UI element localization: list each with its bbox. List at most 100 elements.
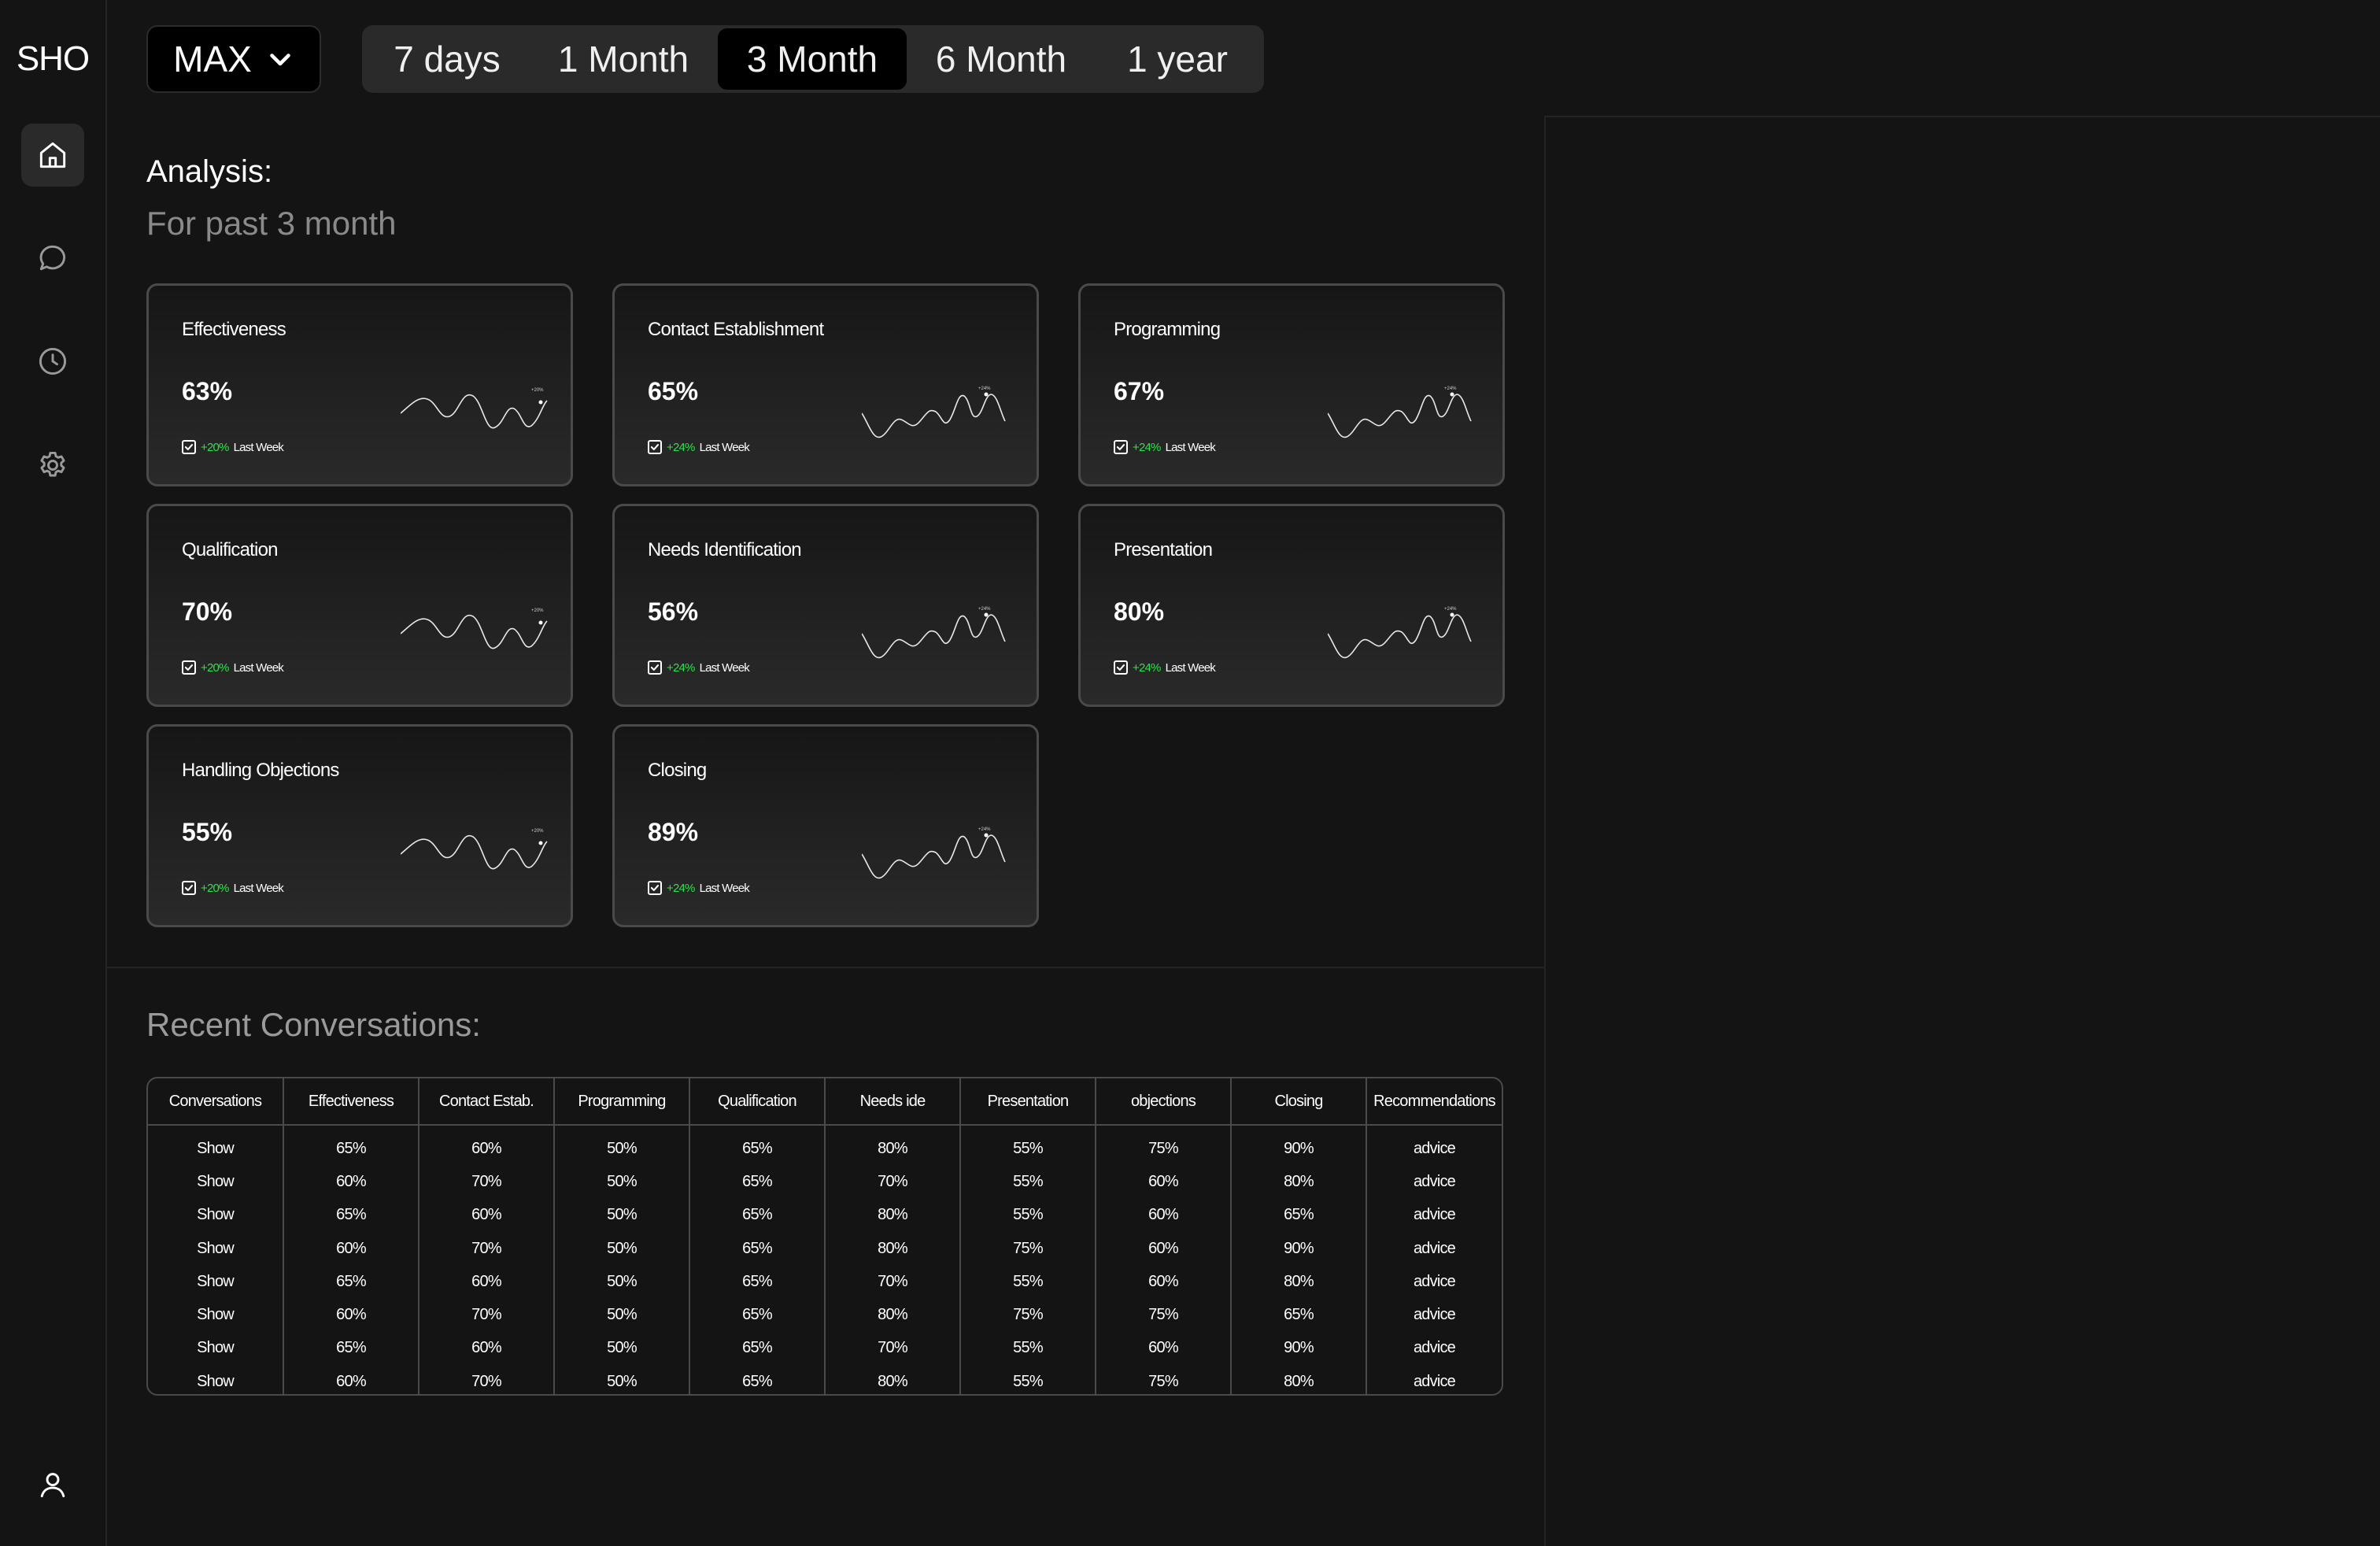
show-conversation-link[interactable]: Show	[148, 1165, 284, 1199]
table-cell: 65%	[283, 1265, 419, 1299]
sparkline-chart: +20%	[401, 608, 548, 649]
metric-card-footer: +24% Last Week	[1114, 660, 1216, 675]
table-header-cell: Closing	[1231, 1078, 1367, 1126]
table-cell: 55%	[960, 1165, 1096, 1199]
sparkline-tag: +24%	[978, 386, 991, 391]
show-conversation-link[interactable]: Show	[148, 1365, 284, 1394]
metric-card-title: Presentation	[1114, 539, 1213, 560]
sparkline-tag: +20%	[531, 608, 544, 613]
gear-icon	[40, 451, 65, 477]
checkbox-icon	[182, 660, 196, 675]
topbar-divider	[1546, 116, 2380, 117]
table-cell: 60%	[1096, 1331, 1232, 1366]
show-conversation-link[interactable]: Show	[148, 1331, 284, 1366]
show-conversation-link[interactable]: Show	[148, 1198, 284, 1232]
advice-link[interactable]: advice	[1366, 1199, 1502, 1232]
advice-link[interactable]: advice	[1366, 1298, 1502, 1331]
show-conversation-link[interactable]: Show	[148, 1298, 284, 1332]
checkbox-icon	[1114, 660, 1128, 675]
sidebar-item-chat[interactable]	[21, 227, 84, 290]
metric-card-footer: +24% Last Week	[1114, 440, 1216, 454]
checkbox-icon	[648, 440, 662, 454]
table-cell: 80%	[1231, 1265, 1367, 1299]
metric-card[interactable]: Contact Establishment 65% +24% Last Week…	[612, 283, 1039, 486]
advice-link[interactable]: advice	[1366, 1165, 1502, 1198]
sidebar-item-settings[interactable]	[21, 434, 84, 497]
sparkline-chart: +20%	[401, 829, 548, 870]
conversations-table: Conversations Effectiveness Contact Estab.…	[146, 1077, 1503, 1396]
period-option[interactable]: 6 Month	[907, 28, 1096, 90]
advice-link[interactable]: advice	[1366, 1265, 1502, 1298]
metric-card-delta-label: Last Week	[233, 660, 284, 675]
table-row: Show 65% 60% 50% 65% 80% 55% 75% 90% advice	[148, 1125, 1502, 1166]
metric-card[interactable]: Needs Identification 56% +24% Last Week …	[612, 504, 1039, 707]
table-cell: 50%	[554, 1165, 690, 1199]
table-cell: 60%	[419, 1125, 555, 1166]
table-header-cell: objections	[1096, 1078, 1232, 1126]
table-cell: 60%	[1096, 1198, 1232, 1232]
checkbox-icon	[182, 440, 196, 454]
table-cell: 60%	[419, 1265, 555, 1299]
sidebar-item-history[interactable]	[21, 330, 84, 393]
sparkline-chart: +24%	[862, 607, 1006, 659]
metric-card-delta-label: Last Week	[699, 440, 750, 454]
table-cell: 80%	[1231, 1165, 1367, 1199]
metric-card-delta: +24%	[1133, 660, 1161, 675]
show-conversation-link[interactable]: Show	[148, 1125, 284, 1166]
checkbox-icon	[182, 881, 196, 895]
metric-card[interactable]: Programming 67% +24% Last Week +24%	[1078, 283, 1505, 486]
table-header-cell: Presentation	[960, 1078, 1096, 1126]
sidebar: SHO	[0, 0, 107, 1546]
advice-link[interactable]: advice	[1366, 1365, 1502, 1394]
table-cell: 70%	[419, 1365, 555, 1394]
advice-link[interactable]: advice	[1366, 1232, 1502, 1265]
table-cell: 65%	[283, 1331, 419, 1366]
period-option[interactable]: 7 days	[365, 28, 529, 90]
sparkline-tag: +24%	[978, 607, 991, 612]
metric-card[interactable]: Closing 89% +24% Last Week +24%	[612, 724, 1039, 927]
table-cell: 55%	[960, 1265, 1096, 1299]
table-cell: 50%	[554, 1125, 690, 1166]
metric-card-value: 63%	[182, 377, 233, 405]
table-row: Show 60% 70% 50% 65% 80% 55% 75% 80% advice	[148, 1365, 1502, 1394]
metric-card-value: 56%	[648, 597, 699, 626]
period-option[interactable]: 1 Month	[529, 28, 718, 90]
table-cell: 80%	[1231, 1365, 1367, 1394]
table-cell: 55%	[960, 1198, 1096, 1232]
metric-card[interactable]: Qualification 70% +20% Last Week +20%	[146, 504, 573, 707]
metric-card-footer: +24% Last Week	[648, 440, 750, 454]
table-row: Show 65% 60% 50% 65% 80% 55% 60% 65% advice	[148, 1198, 1502, 1232]
metric-card-value: 65%	[648, 377, 699, 405]
show-conversation-link[interactable]: Show	[148, 1231, 284, 1266]
table-header-cell: Programming	[554, 1078, 690, 1126]
metric-card-footer: +24% Last Week	[648, 881, 750, 895]
table-cell: 60%	[1096, 1231, 1232, 1266]
table-row: Show 60% 70% 50% 65% 70% 55% 60% 80% advice	[148, 1165, 1502, 1199]
advice-link[interactable]: advice	[1366, 1332, 1502, 1365]
show-conversation-link[interactable]: Show	[148, 1265, 284, 1299]
sparkline-chart: +24%	[862, 386, 1006, 438]
chat-icon	[39, 245, 66, 271]
table-row: Show 60% 70% 50% 65% 80% 75% 60% 90% advice	[148, 1231, 1502, 1266]
table-cell: 55%	[960, 1331, 1096, 1366]
table-cell: 75%	[1096, 1125, 1232, 1166]
home-icon	[39, 142, 66, 168]
sidebar-item-home[interactable]	[21, 124, 84, 187]
table-cell: 70%	[419, 1298, 555, 1332]
max-dropdown[interactable]: MAX	[146, 25, 321, 93]
sparkline-chart: +24%	[1328, 386, 1472, 438]
metric-card[interactable]: Effectiveness 63% +20% Last Week +20%	[146, 283, 573, 486]
table-cell: 60%	[283, 1298, 419, 1332]
period-option[interactable]: 1 year	[1096, 28, 1259, 90]
metric-card[interactable]: Presentation 80% +24% Last Week +24%	[1078, 504, 1505, 707]
metric-card[interactable]: Handling Objections 55% +20% Last Week +…	[146, 724, 573, 927]
metric-card-value: 89%	[648, 818, 699, 846]
sparkline-chart: +24%	[862, 827, 1006, 879]
advice-link[interactable]: advice	[1366, 1125, 1502, 1165]
period-option-selected[interactable]: 3 Month	[718, 28, 907, 90]
table-cell: 60%	[283, 1231, 419, 1266]
table-header-row: Conversations Effectiveness Contact Estab.…	[148, 1078, 1502, 1126]
metric-card-value: 70%	[182, 597, 233, 626]
sidebar-item-profile[interactable]	[21, 1453, 84, 1516]
table-cell: 70%	[825, 1165, 961, 1199]
